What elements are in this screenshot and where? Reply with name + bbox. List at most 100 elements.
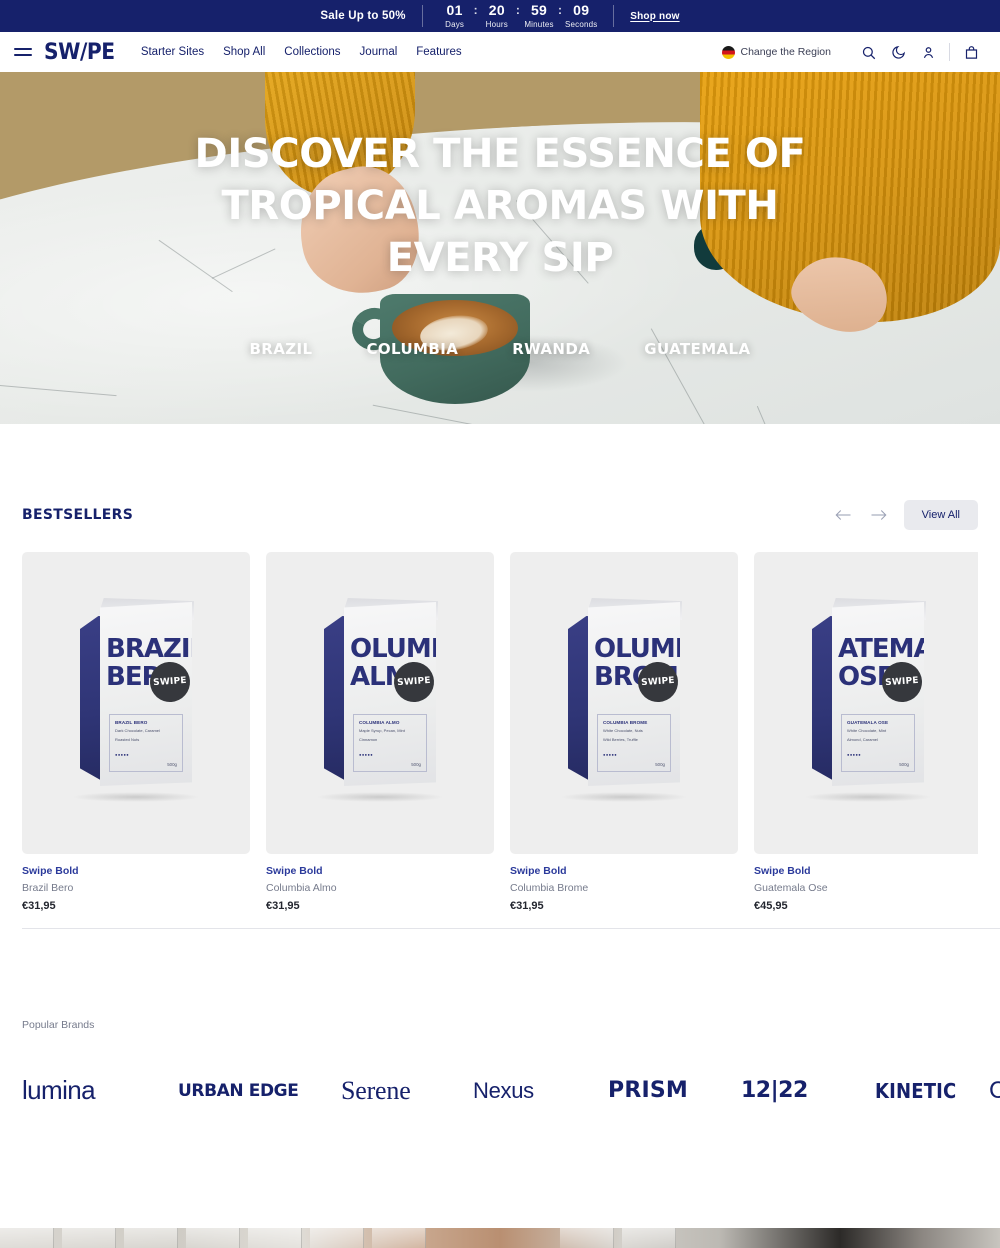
timer-unit-seconds: 09 Seconds	[563, 3, 599, 30]
bag-weight: 500g	[899, 762, 909, 767]
product-price: €31,95	[266, 900, 300, 912]
carousel-controls: View All	[832, 500, 978, 530]
bestsellers-header: BESTSELLERS View All	[22, 500, 978, 530]
product-card[interactable]: OLUME ALMO SWIPE COLUMBIA ALMO Maple Syr…	[266, 552, 494, 912]
nav-item-shop-all[interactable]: Shop All	[223, 46, 265, 58]
product-vendor[interactable]: Swipe Bold	[22, 865, 250, 877]
timer-hours-label: Hours	[485, 19, 508, 29]
product-image[interactable]: BRAZIL BERO SWIPE BRAZIL BERO Dark Choco…	[22, 552, 250, 854]
origin-guatemala[interactable]: GUATEMALA	[644, 340, 750, 358]
bag-label-notes-2: Cinnamon	[359, 737, 378, 742]
bag-info-label: BRAZIL BERO Dark Chocolate, Caramel Roas…	[109, 714, 183, 772]
product-card[interactable]: OLUME BROME SWIPE COLUMBIA BROME White C…	[510, 552, 738, 912]
bottom-image-strip	[0, 1228, 1000, 1248]
timer-days-value: 01	[446, 1, 463, 18]
bag-label-notes-1: White Chocolate, Mint	[847, 728, 887, 733]
bag-label-notes-1: Maple Syrup, Pecan, Mint	[359, 728, 405, 733]
bag-word-line1: OLUME	[594, 634, 680, 664]
bag-shadow	[560, 792, 688, 802]
cart-icon[interactable]	[956, 37, 986, 67]
bag-word-line1: BRAZIL	[106, 634, 192, 664]
bag-brand-badge: SWIPE	[880, 660, 924, 704]
origin-rwanda[interactable]: RWANDA	[512, 340, 590, 358]
brand-logo-nexus[interactable]: Nexus	[473, 1078, 608, 1104]
timer-minutes-label: Minutes	[524, 19, 554, 29]
timer-unit-hours: 20 Hours	[479, 3, 515, 30]
hamburger-menu-icon[interactable]	[14, 48, 32, 56]
product-meta: Swipe Bold Columbia Brome €31,95	[510, 854, 738, 912]
nav-item-collections[interactable]: Collections	[284, 46, 340, 58]
product-price: €31,95	[510, 900, 544, 912]
timer-minutes-value: 59	[530, 1, 548, 18]
germany-flag-icon	[721, 45, 735, 59]
icon-group	[853, 37, 986, 67]
timer-days-label: Days	[445, 19, 465, 29]
brands-label: Popular Brands	[22, 1019, 95, 1031]
product-image[interactable]: OLUME BROME SWIPE COLUMBIA BROME White C…	[510, 552, 738, 854]
brand-logo-serene[interactable]: Serene	[341, 1076, 473, 1106]
bag-face: OLUME ALMO SWIPE COLUMBIA ALMO Maple Syr…	[344, 602, 436, 786]
bag-face: OLUME BROME SWIPE COLUMBIA BROME White C…	[588, 602, 680, 786]
region-selector[interactable]: Change the Region	[721, 45, 832, 59]
product-title[interactable]: Brazil Bero	[22, 882, 250, 894]
product-vendor[interactable]: Swipe Bold	[754, 865, 978, 877]
shop-now-link[interactable]: Shop now	[614, 11, 679, 22]
origin-brazil[interactable]: BRAZIL	[249, 340, 312, 358]
hero-content: DISCOVER THE ESSENCE OF TROPICAL AROMAS …	[0, 72, 1000, 424]
bag-roast-dots: ●●●●●	[603, 752, 618, 757]
nav-item-features[interactable]: Features	[416, 46, 461, 58]
timer-seconds-value: 09	[573, 1, 590, 18]
brand-logo-prism[interactable]: PRISM	[608, 1078, 741, 1103]
product-meta: Swipe Bold Brazil Bero €31,95	[22, 854, 250, 912]
bag-shadow	[316, 792, 444, 802]
search-icon[interactable]	[853, 37, 883, 67]
bag-label-name: GUATEMALA OSE	[847, 720, 889, 725]
product-carousel[interactable]: BRAZIL BERO SWIPE BRAZIL BERO Dark Choco…	[22, 552, 978, 912]
bag-label-name: BRAZIL BERO	[115, 720, 148, 725]
bag-brand-badge: SWIPE	[148, 660, 192, 704]
bag-label-notes-2: Almond, Caramel	[847, 737, 878, 742]
brand-logo-kinetic[interactable]: KINETIC	[875, 1079, 983, 1103]
brand-logo-1222[interactable]: 12|22	[741, 1078, 869, 1103]
product-title[interactable]: Guatemala Ose	[754, 882, 978, 894]
nav-item-starter-sites[interactable]: Starter Sites	[141, 46, 204, 58]
product-image[interactable]: ATEMA OSE SWIPE GUATEMALA OSE White Choc…	[754, 552, 978, 854]
timer-unit-days: 01 Days	[437, 3, 473, 30]
product-card[interactable]: BRAZIL BERO SWIPE BRAZIL BERO Dark Choco…	[22, 552, 250, 912]
view-all-button[interactable]: View All	[903, 500, 978, 530]
coffee-bag: BRAZIL BERO SWIPE BRAZIL BERO Dark Choco…	[80, 598, 194, 790]
product-vendor[interactable]: Swipe Bold	[266, 865, 494, 877]
popular-brands-section: Popular Brands lumina URBAN EDGE Serene …	[0, 1019, 1000, 1106]
announcement-bar: Sale Up to 50% 01 Days : 20 Hours : 59 M…	[0, 0, 1000, 32]
account-icon[interactable]	[913, 37, 943, 67]
brand-logo-lumina[interactable]: lumina	[22, 1075, 178, 1106]
site-logo[interactable]: SW/PE	[44, 40, 115, 65]
bag-label-notes-2: Wild Berries, Truffle	[603, 737, 638, 742]
product-meta: Swipe Bold Columbia Almo €31,95	[266, 854, 494, 912]
product-title[interactable]: Columbia Brome	[510, 882, 738, 894]
nav-item-journal[interactable]: Journal	[360, 46, 398, 58]
product-vendor[interactable]: Swipe Bold	[510, 865, 738, 877]
region-label: Change the Region	[740, 46, 832, 58]
hero-origin-list: BRAZIL COLUMBIA RWANDA GUATEMALA	[249, 340, 750, 358]
product-title[interactable]: Columbia Almo	[266, 882, 494, 894]
carousel-prev-icon[interactable]	[832, 504, 854, 526]
brand-logo-urban-edge[interactable]: URBAN EDGE	[178, 1081, 341, 1101]
origin-columbia[interactable]: COLUMBIA	[366, 340, 458, 358]
hero-banner: DISCOVER THE ESSENCE OF TROPICAL AROMAS …	[0, 72, 1000, 424]
hero-title: DISCOVER THE ESSENCE OF TROPICAL AROMAS …	[194, 131, 806, 281]
bag-weight: 500g	[655, 762, 665, 767]
site-header: SW/PE Starter Sites Shop All Collections…	[0, 32, 1000, 72]
bag-weight: 500g	[167, 762, 177, 767]
product-image[interactable]: OLUME ALMO SWIPE COLUMBIA ALMO Maple Syr…	[266, 552, 494, 854]
carousel-next-icon[interactable]	[868, 504, 890, 526]
dark-mode-icon[interactable]	[883, 37, 913, 67]
timer-seconds-label: Seconds	[564, 19, 598, 29]
timer-separator: :	[473, 2, 478, 17]
bag-roast-dots: ●●●●●	[847, 752, 862, 757]
bag-word-line1: OLUME	[350, 634, 436, 664]
product-card[interactable]: ATEMA OSE SWIPE GUATEMALA OSE White Choc…	[754, 552, 978, 912]
brand-logo-partial[interactable]: C	[989, 1077, 1000, 1105]
bag-shadow	[804, 792, 932, 802]
header-actions: Change the Region	[721, 37, 987, 67]
